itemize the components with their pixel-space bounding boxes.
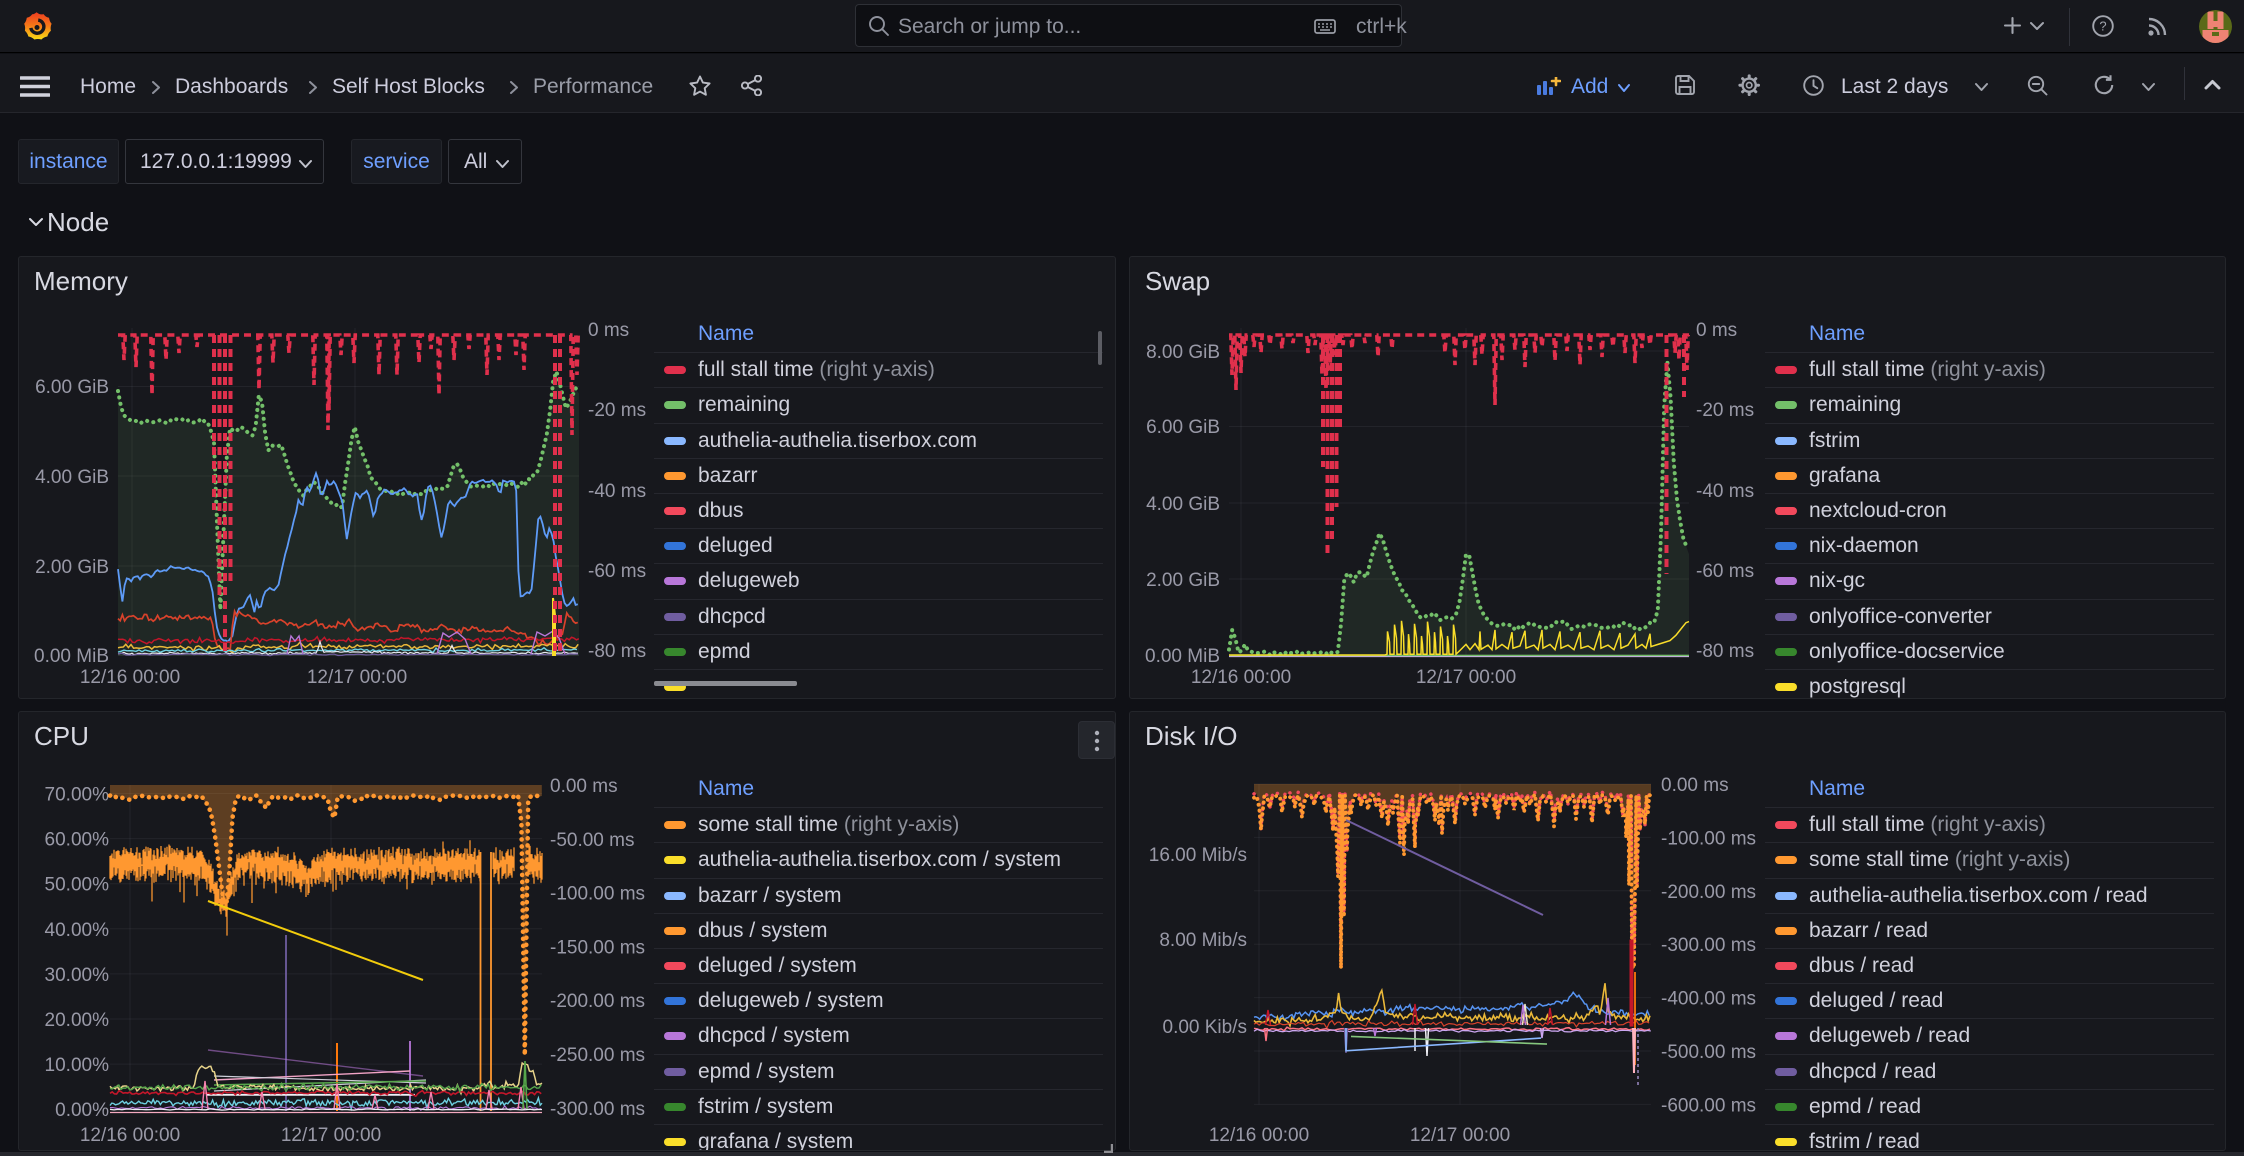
svg-text:?: ? — [2099, 19, 2106, 34]
